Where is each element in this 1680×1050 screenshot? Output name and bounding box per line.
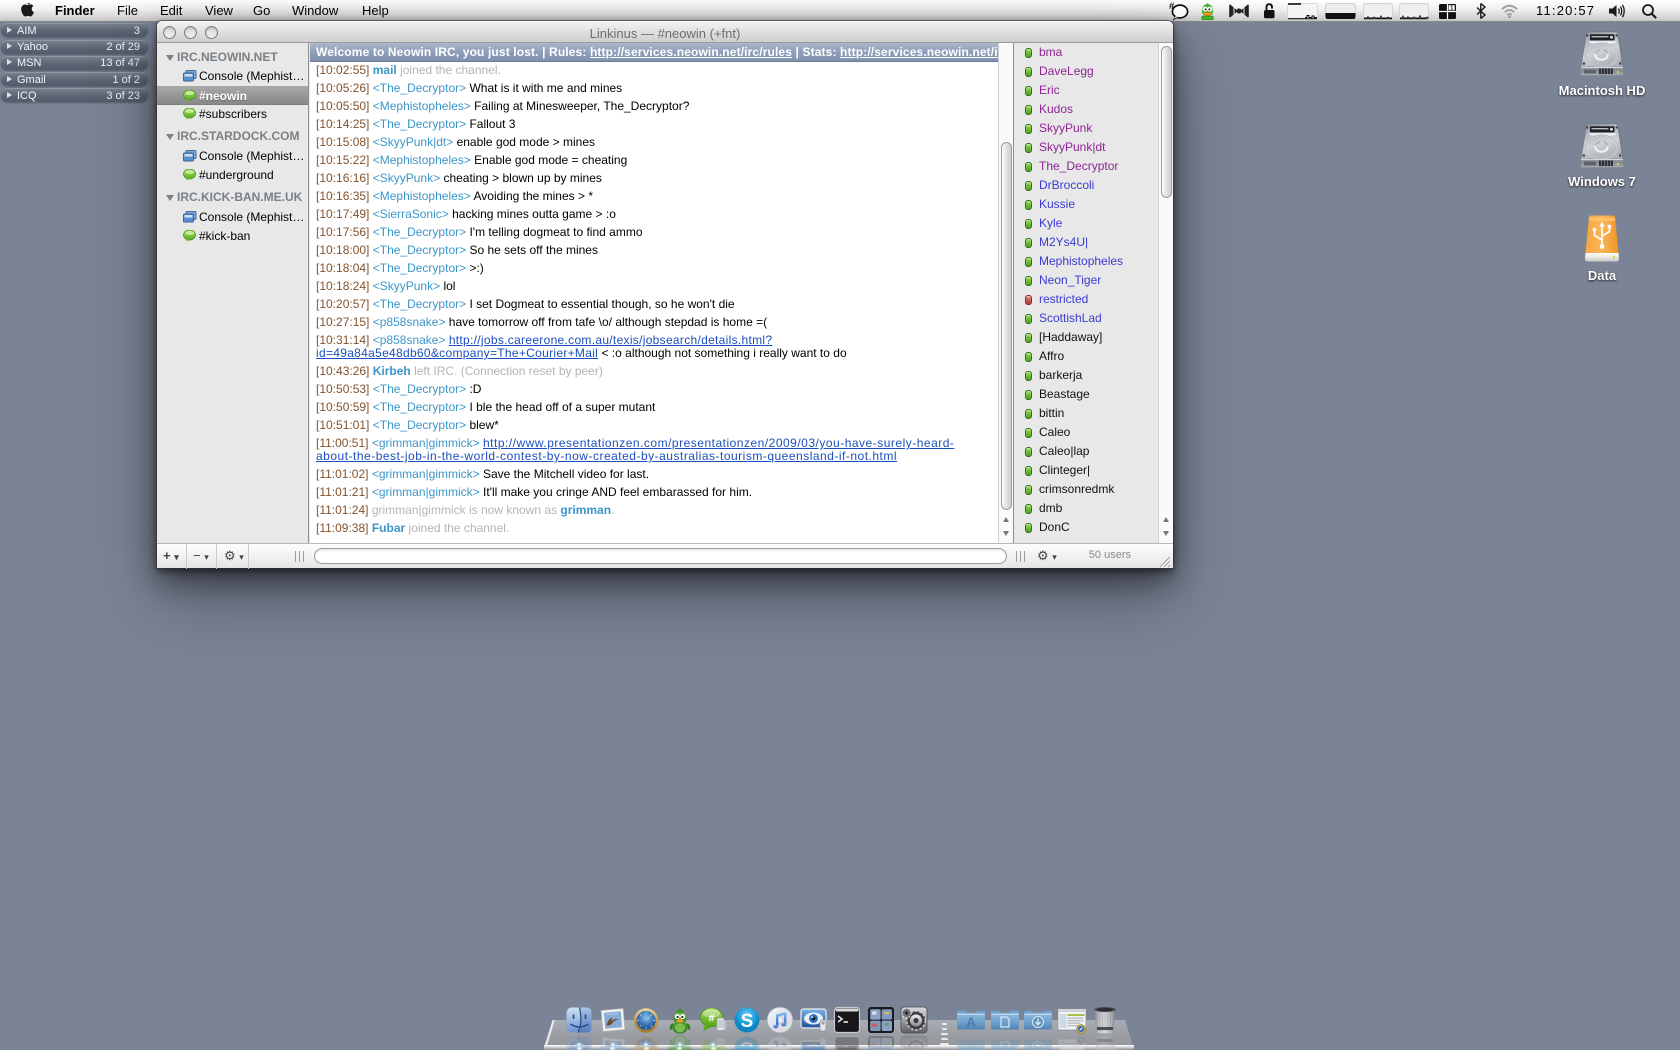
svg-text:A: A	[966, 1014, 976, 1030]
svg-text:#: #	[708, 1013, 714, 1025]
svg-text:S: S	[740, 1037, 753, 1047]
svg-text:S: S	[740, 1011, 753, 1032]
